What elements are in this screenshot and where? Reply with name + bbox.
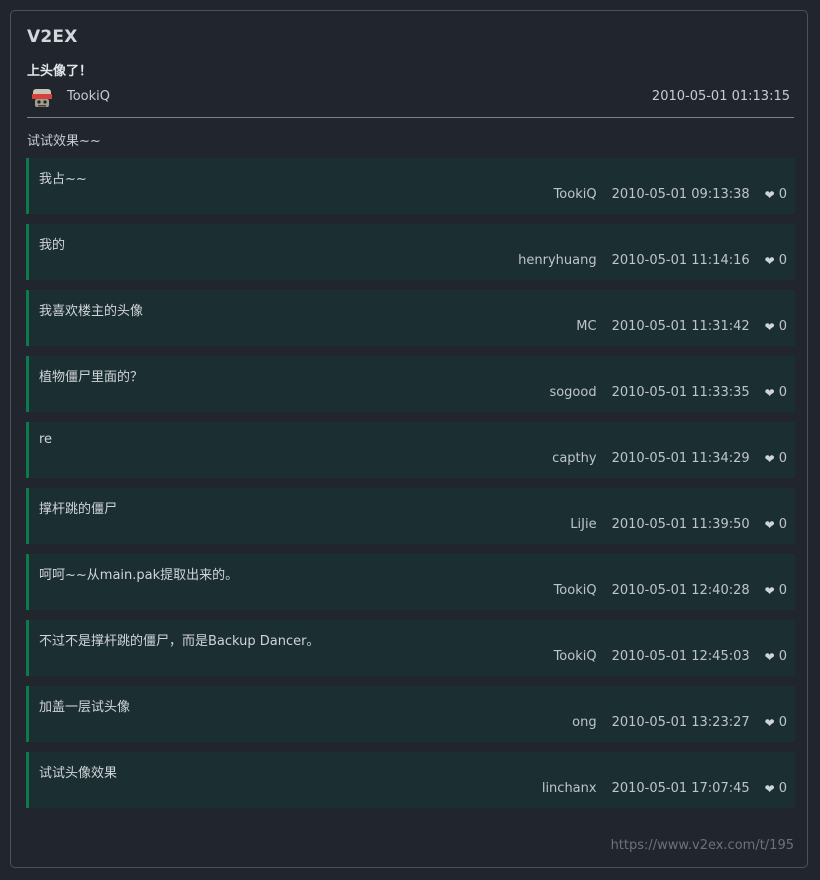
- heart-icon[interactable]: ❤: [765, 716, 775, 730]
- reply-item: 我喜欢楼主的头像 MC 2010-05-01 11:31:42 ❤ 0: [26, 290, 795, 346]
- reply-meta: henryhuang 2010-05-01 11:14:16 ❤ 0: [518, 253, 787, 268]
- reply-item: 我的 henryhuang 2010-05-01 11:14:16 ❤ 0: [26, 224, 795, 280]
- reply-item: 我占~~ TookiQ 2010-05-01 09:13:38 ❤ 0: [26, 158, 795, 214]
- topic-author[interactable]: TookiQ: [67, 89, 110, 104]
- reply-text: 试试头像效果: [39, 766, 118, 781]
- reply-timestamp: 2010-05-01 12:45:03: [611, 649, 750, 664]
- reply-meta: TookiQ 2010-05-01 12:40:28 ❤ 0: [554, 583, 787, 598]
- reply-username[interactable]: LiJie: [570, 517, 596, 532]
- reply-text: 我喜欢楼主的头像: [39, 304, 144, 319]
- reply-timestamp: 2010-05-01 17:07:45: [611, 781, 750, 796]
- reply-meta: capthy 2010-05-01 11:34:29 ❤ 0: [552, 451, 787, 466]
- topic-timestamp: 2010-05-01 01:13:15: [651, 89, 790, 104]
- reply-timestamp: 2010-05-01 11:14:16: [611, 253, 750, 268]
- reply-timestamp: 2010-05-01 11:31:42: [611, 319, 750, 334]
- reply-item: re capthy 2010-05-01 11:34:29 ❤ 0: [26, 422, 795, 478]
- reply-username[interactable]: TookiQ: [554, 187, 597, 202]
- reply-meta: TookiQ 2010-05-01 09:13:38 ❤ 0: [554, 187, 787, 202]
- reply-text: 我占~~: [39, 172, 87, 187]
- reply-text: 植物僵尸里面的？: [39, 370, 144, 385]
- reply-like-count: 0: [778, 583, 787, 598]
- heart-icon[interactable]: ❤: [765, 320, 775, 334]
- reply-like-count: 0: [778, 187, 787, 202]
- site-title[interactable]: V2EX: [27, 27, 78, 47]
- reply-item: 植物僵尸里面的？ sogood 2010-05-01 11:33:35 ❤ 0: [26, 356, 795, 412]
- reply-text: 呵呵~~从main.pak提取出来的。: [39, 568, 239, 583]
- reply-username[interactable]: ong: [572, 715, 596, 730]
- reply-timestamp: 2010-05-01 11:33:35: [611, 385, 750, 400]
- reply-item: 加盖一层试头像 ong 2010-05-01 13:23:27 ❤ 0: [26, 686, 795, 742]
- reply-like-count: 0: [778, 517, 787, 532]
- heart-icon[interactable]: ❤: [765, 188, 775, 202]
- reply-text: 不过不是撑杆跳的僵尸，而是Backup Dancer。: [39, 634, 320, 649]
- reply-item: 不过不是撑杆跳的僵尸，而是Backup Dancer。 TookiQ 2010-…: [26, 620, 795, 676]
- reply-like-count: 0: [778, 253, 787, 268]
- reply-text: 加盖一层试头像: [39, 700, 131, 715]
- reply-text: 我的: [39, 238, 66, 253]
- reply-item: 试试头像效果 linchanx 2010-05-01 17:07:45 ❤ 0: [26, 752, 795, 808]
- reply-meta: ong 2010-05-01 13:23:27 ❤ 0: [572, 715, 787, 730]
- reply-timestamp: 2010-05-01 12:40:28: [611, 583, 750, 598]
- reply-username[interactable]: linchanx: [542, 781, 597, 796]
- reply-username[interactable]: MC: [576, 319, 596, 334]
- reply-like-count: 0: [778, 649, 787, 664]
- reply-username[interactable]: TookiQ: [554, 649, 597, 664]
- heart-icon[interactable]: ❤: [765, 650, 775, 664]
- topic-content: 试试效果~~: [27, 134, 101, 149]
- reply-item: 撑杆跳的僵尸 LiJie 2010-05-01 11:39:50 ❤ 0: [26, 488, 795, 544]
- reply-timestamp: 2010-05-01 09:13:38: [611, 187, 750, 202]
- topic-author-row: TookiQ 2010-05-01 01:13:15: [27, 87, 794, 118]
- reply-text: 撑杆跳的僵尸: [39, 502, 118, 517]
- heart-icon[interactable]: ❤: [765, 584, 775, 598]
- topic-url-link[interactable]: https://www.v2ex.com/t/195: [611, 838, 794, 853]
- reply-meta: linchanx 2010-05-01 17:07:45 ❤ 0: [542, 781, 787, 796]
- reply-meta: LiJie 2010-05-01 11:39:50 ❤ 0: [570, 517, 787, 532]
- reply-text: re: [39, 432, 53, 447]
- reply-timestamp: 2010-05-01 11:34:29: [611, 451, 750, 466]
- reply-like-count: 0: [778, 781, 787, 796]
- reply-like-count: 0: [778, 385, 787, 400]
- topic-card: V2EX 上头像了！ TookiQ 2010-05-01 01:13:15 试试…: [10, 10, 808, 868]
- reply-list: 我占~~ TookiQ 2010-05-01 09:13:38 ❤ 0 我的 h…: [26, 158, 795, 818]
- reply-meta: TookiQ 2010-05-01 12:45:03 ❤ 0: [554, 649, 787, 664]
- reply-username[interactable]: TookiQ: [554, 583, 597, 598]
- reply-username[interactable]: sogood: [549, 385, 596, 400]
- heart-icon[interactable]: ❤: [765, 518, 775, 532]
- reply-meta: sogood 2010-05-01 11:33:35 ❤ 0: [549, 385, 787, 400]
- reply-like-count: 0: [778, 451, 787, 466]
- avatar[interactable]: [30, 87, 54, 109]
- heart-icon[interactable]: ❤: [765, 782, 775, 796]
- reply-item: 呵呵~~从main.pak提取出来的。 TookiQ 2010-05-01 12…: [26, 554, 795, 610]
- reply-meta: MC 2010-05-01 11:31:42 ❤ 0: [576, 319, 787, 334]
- reply-like-count: 0: [778, 715, 787, 730]
- reply-like-count: 0: [778, 319, 787, 334]
- heart-icon[interactable]: ❤: [765, 452, 775, 466]
- reply-username[interactable]: capthy: [552, 451, 596, 466]
- heart-icon[interactable]: ❤: [765, 386, 775, 400]
- topic-title: 上头像了！: [27, 64, 93, 79]
- reply-timestamp: 2010-05-01 13:23:27: [611, 715, 750, 730]
- heart-icon[interactable]: ❤: [765, 254, 775, 268]
- reply-username[interactable]: henryhuang: [518, 253, 596, 268]
- reply-timestamp: 2010-05-01 11:39:50: [611, 517, 750, 532]
